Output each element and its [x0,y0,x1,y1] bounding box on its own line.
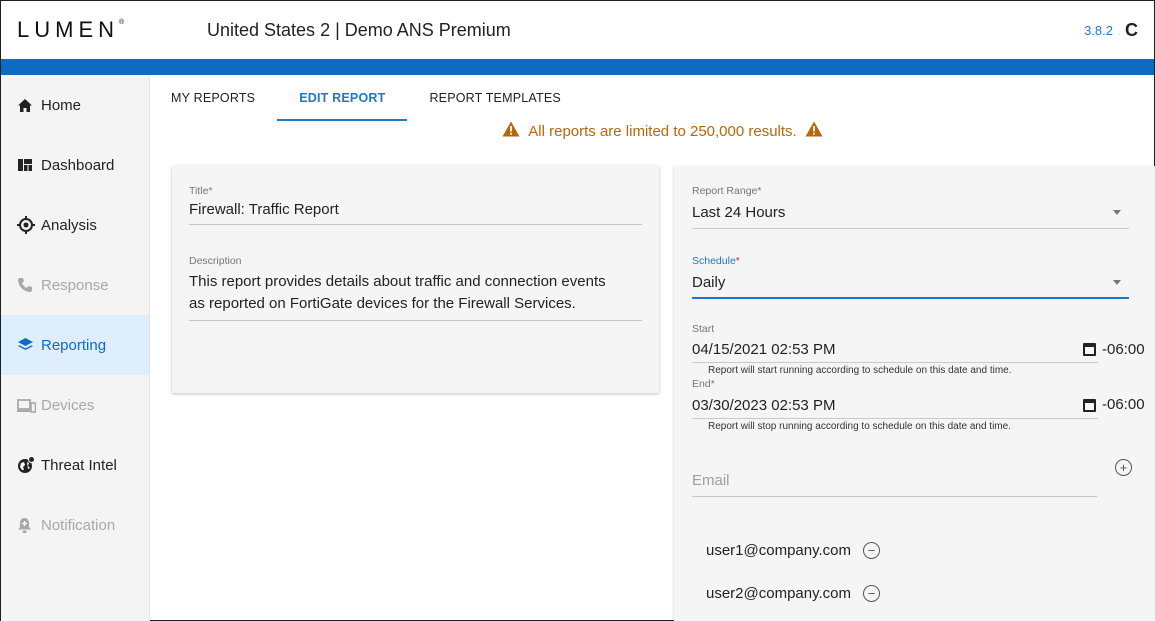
end-timezone: -06:00 [1102,396,1145,413]
calendar-icon[interactable] [1083,399,1096,412]
globe-icon [17,456,41,474]
target-icon [17,216,41,234]
email-placeholder: Email [692,472,730,489]
tab-report-templates[interactable]: REPORT TEMPLATES [407,75,582,121]
sidebar-item-label: Reporting [41,336,107,354]
report-schedule-card: Report Range* Last 24 Hours Schedule* Da… [674,166,1155,621]
refresh-icon[interactable]: C [1125,20,1138,41]
sidebar-item-label: Analysis [41,216,97,234]
sidebar-item-response[interactable]: Response [1,255,149,315]
required-mark: * [710,378,715,390]
email-address: user2@company.com [706,585,852,602]
end-datetime-field: End* 03/30/2023 02:53 PM -06:00 Report w… [692,378,1152,432]
start-datetime-field: Start 04/15/2021 02:53 PM -06:00 Report … [692,323,1152,376]
schedule-value: Daily [692,274,726,291]
email-input[interactable]: Email [692,468,1097,497]
bell-icon [17,517,41,534]
sidebar-item-threat-intel[interactable]: Threat Intel [1,435,149,495]
chevron-down-icon [1113,210,1121,215]
title-field[interactable]: Title* Firewall: Traffic Report [189,185,642,225]
description-label: Description [189,255,242,267]
report-range-value: Last 24 Hours [692,204,786,221]
version-link[interactable]: 3.8.2 [1084,23,1113,38]
top-bar: LUMEN ® United States 2 | Demo ANS Premiu… [1,1,1154,59]
schedule-label: Schedule [692,255,736,267]
phone-icon [17,277,41,293]
app-title: United States 2 | Demo ANS Premium [207,19,511,40]
remove-email-icon[interactable]: − [863,585,881,602]
start-date-input[interactable]: 04/15/2021 02:53 PM [692,341,835,358]
sidebar-item-analysis[interactable]: Analysis [1,195,149,255]
results-limit-warning: All reports are limited to 250,000 resul… [1,121,1154,141]
schedule-select[interactable]: Schedule* Daily [692,255,1129,299]
sidebar-item-label: Devices [41,396,95,414]
email-address: user1@company.com [706,542,852,559]
tab-my-reports[interactable]: MY REPORTS [151,75,277,121]
sidebar: Home Dashboard Analysis Response Reporti… [1,75,150,621]
remove-email-icon[interactable]: − [863,542,881,559]
sidebar-item-dashboard[interactable]: Dashboard [1,135,149,195]
sidebar-item-notification[interactable]: Notification [1,495,149,555]
list-item: user1@company.com − [706,542,881,559]
report-details-card: Title* Firewall: Traffic Report Descript… [172,166,659,393]
report-tabs: MY REPORTS EDIT REPORT REPORT TEMPLATES [151,75,583,121]
title-input[interactable]: Firewall: Traffic Report [189,201,642,218]
end-hint: Report will stop running according to sc… [708,421,1011,432]
required-mark: * [735,255,740,267]
start-hint: Report will start running according to s… [708,365,1012,376]
report-range-select[interactable]: Report Range* Last 24 Hours [692,185,1129,229]
home-icon [17,98,41,113]
report-range-label: Report Range [692,185,758,197]
warning-text: All reports are limited to 250,000 resul… [528,122,797,140]
tab-edit-report[interactable]: EDIT REPORT [277,75,408,121]
warning-icon [805,121,823,141]
sidebar-item-devices[interactable]: Devices [1,375,149,435]
layers-icon [17,337,41,353]
sidebar-item-label: Response [41,276,109,294]
add-email-icon[interactable]: + [1115,459,1132,476]
end-label: End [692,378,711,390]
sidebar-item-reporting[interactable]: Reporting [1,315,149,375]
title-label: Title [189,185,209,197]
start-timezone: -06:00 [1102,340,1145,358]
brand-bar [1,59,1154,75]
start-label: Start [692,323,715,335]
warning-icon [502,121,520,141]
required-mark: * [757,185,762,197]
sidebar-item-label: Home [41,96,82,114]
lumen-logo: LUMEN ® [17,17,125,42]
description-input[interactable]: This report provides details about traff… [189,271,642,315]
required-mark: * [208,185,213,197]
description-field[interactable]: Description This report provides details… [189,255,642,321]
end-date-input[interactable]: 03/30/2023 02:53 PM [692,397,835,414]
sidebar-item-label: Notification [41,516,116,534]
list-item: user2@company.com − [706,585,881,602]
dashboard-icon [17,158,41,172]
devices-icon [17,398,41,413]
chevron-down-icon [1113,280,1121,285]
sidebar-item-label: Dashboard [41,156,115,174]
sidebar-item-label: Threat Intel [41,456,117,474]
calendar-icon[interactable] [1083,343,1096,356]
